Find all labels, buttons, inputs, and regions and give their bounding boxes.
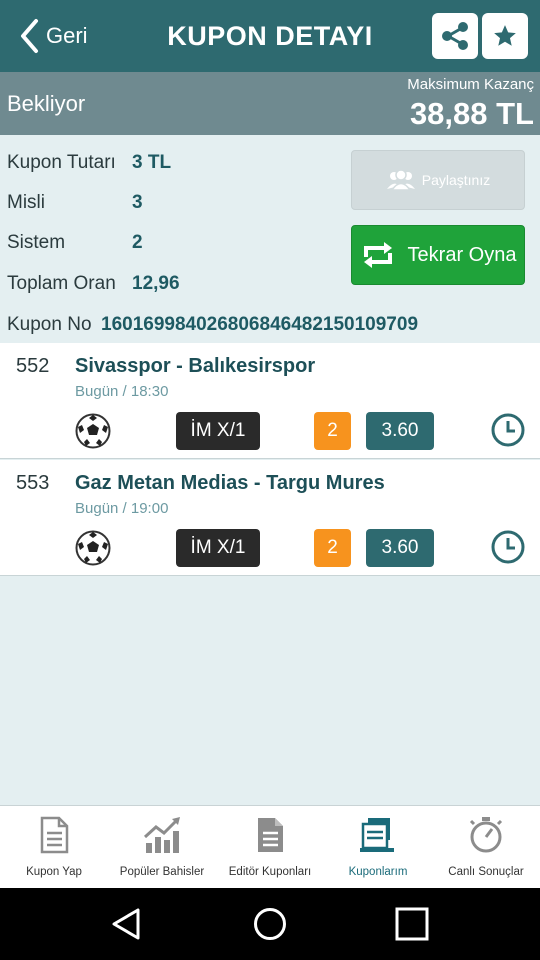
trending-chart-icon [143, 817, 180, 853]
editor-document-icon [258, 818, 283, 852]
coupon-number-row: Kupon No 16016998402680684648215010970​9 [7, 310, 418, 340]
stacked-coupons-icon [360, 818, 394, 852]
shared-button-label: Paylaştınız [421, 172, 491, 188]
market-badge: İM X/1 [176, 529, 260, 567]
amount-row: Kupon Tutarı 3 TL [7, 148, 171, 178]
match-teams: Gaz Metan Medias - Targu Mures [75, 472, 385, 494]
clock-icon [491, 413, 525, 447]
shared-button[interactable]: Paylaştınız [351, 150, 525, 210]
system-navigation-bar [0, 888, 540, 960]
back-button[interactable]: Geri [18, 18, 88, 54]
share-button[interactable] [432, 13, 478, 59]
odd-badge: 3.60 [366, 412, 434, 450]
system-row: Sistem 2 [7, 228, 143, 258]
status-bar: Bekliyor Maksimum Kazanç 38,88 TL [0, 72, 540, 135]
football-icon [75, 413, 111, 449]
match-teams: Sivasspor - Balıkesirspor [75, 355, 316, 377]
nav-label: Editör Kuponları [228, 866, 312, 878]
clock-icon [491, 530, 525, 564]
multiplier-value: 3 [132, 192, 143, 213]
nav-editor-kuponlari[interactable]: Editör Kuponları [216, 806, 324, 889]
coupon-info: Kupon Tutarı 3 TL Misli 3 Sistem 2 Topla… [0, 135, 540, 343]
replay-button-label: Tekrar Oyna [407, 243, 517, 266]
match-row[interactable]: 553 Gaz Metan Medias - Targu Mures Bugün… [0, 460, 540, 576]
max-win-value: 38,88 TL [409, 96, 534, 131]
market-badge: İM X/1 [176, 412, 260, 450]
nav-populer-bahisler[interactable]: Popüler Bahisler [108, 806, 216, 889]
document-icon [40, 816, 69, 854]
home-circle-icon[interactable] [252, 906, 288, 942]
back-label: Geri [46, 23, 88, 48]
repeat-icon [363, 242, 392, 268]
top-bar: Geri KUPON DETAYI [0, 0, 540, 72]
coupon-status: Bekliyor [7, 91, 86, 116]
star-icon [494, 25, 516, 46]
pick-badge: 2 [314, 529, 351, 567]
max-win-label: Maksimum Kazanç [407, 76, 534, 93]
replay-button[interactable]: Tekrar Oyna [351, 225, 525, 285]
total-odds-label: Toplam Oran [7, 273, 116, 294]
match-time: Bugün / 19:00 [75, 500, 169, 517]
match-code: 552 [16, 355, 50, 377]
nav-kuponlarim[interactable]: Kuponlarım [324, 806, 432, 889]
amount-value: 3 TL [132, 152, 172, 173]
recents-square-icon[interactable] [394, 906, 430, 942]
coupon-number-value: 16016998402680684648215010970​9 [101, 314, 419, 335]
nav-label: Canlı Sonuçlar [448, 866, 524, 878]
multiplier-row: Misli 3 [7, 188, 143, 218]
share-icon [442, 22, 468, 50]
match-code: 553 [16, 472, 50, 494]
back-triangle-icon[interactable] [108, 906, 144, 942]
football-icon [75, 530, 111, 566]
favorite-button[interactable] [482, 13, 528, 59]
bottom-navigation: Kupon Yap Popüler Bahisler Editör Kuponl… [0, 805, 540, 888]
total-odds-row: Toplam Oran 12,96 [7, 269, 180, 299]
nav-label: Popüler Bahisler [119, 866, 205, 878]
pick-badge: 2 [314, 412, 351, 450]
nav-kupon-yap[interactable]: Kupon Yap [0, 806, 108, 889]
nav-canli-sonuclar[interactable]: Canlı Sonuçlar [432, 806, 540, 889]
coupon-number-label: Kupon No [7, 314, 92, 335]
users-icon [386, 169, 415, 191]
stopwatch-icon [469, 817, 503, 853]
odd-badge: 3.60 [366, 529, 434, 567]
multiplier-label: Misli [7, 192, 45, 213]
match-time: Bugün / 18:30 [75, 383, 169, 400]
system-value: 2 [132, 232, 143, 253]
amount-label: Kupon Tutarı [7, 152, 116, 173]
system-label: Sistem [7, 232, 66, 253]
total-odds-value: 12,96 [132, 273, 180, 294]
match-row[interactable]: 552 Sivasspor - Balıkesirspor Bugün / 18… [0, 343, 540, 459]
nav-label: Kupon Yap [26, 866, 82, 878]
chevron-left-icon [21, 19, 38, 53]
nav-label: Kuponlarım [348, 866, 408, 878]
